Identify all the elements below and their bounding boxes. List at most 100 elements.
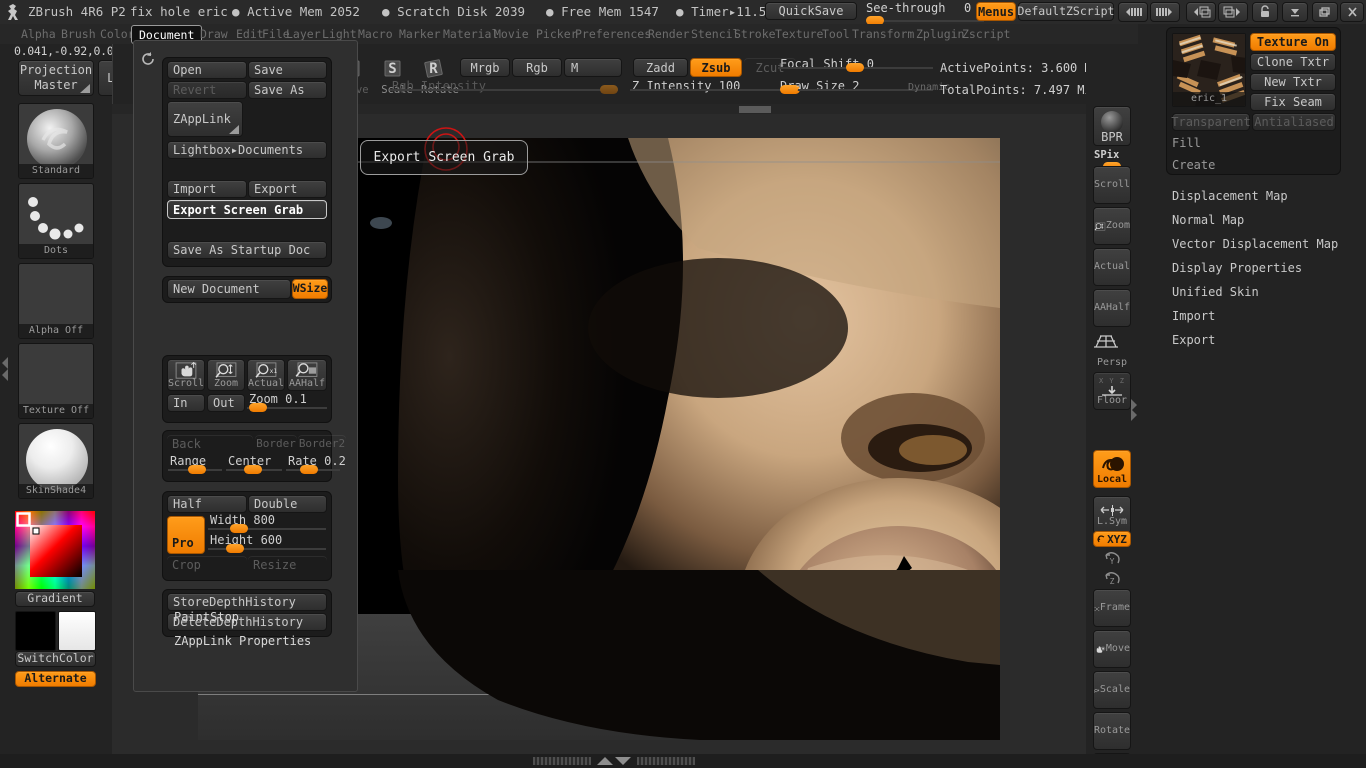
local-button[interactable]: Local bbox=[1093, 450, 1131, 488]
slider-knob[interactable] bbox=[249, 403, 267, 412]
new-document-button[interactable]: New Document bbox=[167, 279, 291, 299]
m-button[interactable]: M bbox=[564, 58, 622, 77]
lock-icon[interactable] bbox=[1252, 2, 1278, 22]
import-item[interactable]: Import bbox=[1172, 309, 1215, 323]
export-screen-grab-button[interactable]: Export Screen Grab bbox=[167, 200, 327, 219]
half-button[interactable]: Half bbox=[167, 495, 247, 513]
display-properties-item[interactable]: Display Properties bbox=[1172, 261, 1302, 275]
doc-aahalf-button[interactable]: AAHalf bbox=[287, 359, 327, 391]
xyz-button[interactable]: XYZ bbox=[1093, 531, 1131, 547]
save-as-startup-doc-button[interactable]: Save As Startup Doc bbox=[167, 241, 327, 259]
minimize-icon[interactable] bbox=[1282, 2, 1308, 22]
create-menu-item[interactable]: Create bbox=[1172, 158, 1215, 172]
slider-knob[interactable] bbox=[188, 465, 206, 474]
switch-color-button[interactable]: SwitchColor bbox=[15, 651, 96, 667]
double-button[interactable]: Double bbox=[248, 495, 327, 513]
zoom-in-button[interactable]: In bbox=[167, 394, 205, 412]
slider-knob[interactable] bbox=[600, 85, 618, 94]
zapplink-properties-item[interactable]: ZAppLink Properties bbox=[174, 634, 311, 648]
zadd-button[interactable]: Zadd bbox=[633, 58, 688, 77]
alpha-swatch[interactable]: Alpha Off bbox=[18, 263, 94, 339]
menus-button[interactable]: Menus bbox=[976, 2, 1016, 21]
primary-color-swatch[interactable] bbox=[15, 611, 56, 651]
texture-on-button[interactable]: Texture On bbox=[1250, 33, 1336, 51]
quicksave-button[interactable]: QuickSave bbox=[765, 2, 857, 20]
height-slider[interactable]: Height 600 bbox=[208, 533, 326, 553]
resize-button[interactable]: Resize bbox=[248, 556, 327, 574]
persp-button[interactable]: Persp bbox=[1093, 331, 1131, 369]
doc-zoom-slider[interactable]: Zoom 0.1 bbox=[247, 392, 327, 412]
slider-knob[interactable] bbox=[244, 465, 262, 474]
antialiased-button[interactable]: Antialiased bbox=[1252, 113, 1336, 131]
doc-scroll-button[interactable]: Scroll bbox=[167, 359, 205, 391]
back-button[interactable]: Back bbox=[167, 435, 253, 452]
scroll-right-icon[interactable] bbox=[1150, 2, 1180, 22]
bottom-grip-left[interactable] bbox=[533, 757, 591, 765]
save-as-button[interactable]: Save As bbox=[248, 81, 327, 99]
rotate-gizmo-button[interactable]: Rotate bbox=[1093, 712, 1131, 750]
fill-menu-item[interactable]: Fill bbox=[1172, 136, 1201, 150]
refresh-icon[interactable] bbox=[140, 51, 156, 67]
border2-button[interactable]: Border2 bbox=[298, 435, 346, 452]
clone-txtr-button[interactable]: Clone Txtr bbox=[1250, 53, 1336, 71]
zscript-button[interactable]: DefaultZScript bbox=[1018, 2, 1114, 21]
fix-seam-button[interactable]: Fix Seam bbox=[1250, 93, 1336, 111]
center-slider[interactable]: Center bbox=[226, 454, 282, 474]
rate-slider[interactable]: Rate 0.2 bbox=[286, 454, 346, 474]
scroll-left-icon[interactable] bbox=[1118, 2, 1148, 22]
open-button[interactable]: Open bbox=[167, 61, 247, 79]
alternate-button[interactable]: Alternate bbox=[15, 671, 96, 687]
transparent-button[interactable]: Transparent bbox=[1171, 113, 1251, 131]
slider-knob[interactable] bbox=[226, 544, 244, 553]
zapplink-button[interactable]: ZAppLink bbox=[167, 101, 243, 137]
save-button[interactable]: Save bbox=[248, 61, 327, 79]
crop-button[interactable]: Crop bbox=[167, 556, 247, 574]
slider-knob[interactable] bbox=[780, 85, 798, 94]
vector-displacement-map-item[interactable]: Vector Displacement Map bbox=[1172, 237, 1338, 251]
texture-swatch[interactable]: Texture Off bbox=[18, 343, 94, 419]
slider-knob[interactable] bbox=[230, 524, 248, 533]
menu-zscript[interactable]: Zscript bbox=[955, 24, 1017, 44]
unified-skin-item[interactable]: Unified Skin bbox=[1172, 285, 1259, 299]
aahalf-button[interactable]: AAHalf bbox=[1093, 289, 1131, 327]
scale-gizmo-button[interactable]: Scale bbox=[1093, 671, 1131, 709]
displacement-map-item[interactable]: Displacement Map bbox=[1172, 189, 1288, 203]
frame-button[interactable]: Frame bbox=[1093, 589, 1131, 627]
material-swatch[interactable]: SkinShade4 bbox=[18, 423, 94, 499]
bpr-button[interactable]: BPR bbox=[1093, 106, 1131, 146]
color-picker[interactable] bbox=[15, 511, 95, 589]
zoom-out-button[interactable]: Out bbox=[207, 394, 245, 412]
restore-icon[interactable] bbox=[1312, 2, 1338, 22]
left-shelf-drag-handle[interactable] bbox=[1, 335, 10, 395]
zoom-button[interactable]: Zoom bbox=[1093, 207, 1131, 245]
focal-shift-slider[interactable]: Focal Shift 0 bbox=[778, 57, 933, 72]
secondary-color-swatch[interactable] bbox=[58, 611, 96, 651]
bottom-shelf-toggle-icon[interactable] bbox=[593, 755, 635, 767]
width-slider[interactable]: Width 800 bbox=[208, 513, 326, 533]
slider-knob[interactable] bbox=[300, 465, 318, 474]
store-depth-history-button[interactable]: StoreDepthHistory bbox=[167, 593, 327, 611]
normal-map-item[interactable]: Normal Map bbox=[1172, 213, 1244, 227]
stroke-swatch[interactable]: Dots bbox=[18, 183, 94, 259]
bottom-grip-right[interactable] bbox=[637, 757, 695, 765]
rgb-button[interactable]: Rgb bbox=[512, 58, 562, 77]
export-item[interactable]: Export bbox=[1172, 333, 1215, 347]
border-button[interactable]: Border bbox=[255, 435, 297, 452]
shelf-scroll-thumb[interactable] bbox=[739, 106, 771, 113]
z-intensity-slider[interactable]: Z Intensity 100 bbox=[630, 79, 800, 94]
right-shelf-drag-handle[interactable] bbox=[1130, 389, 1138, 433]
lightbox-documents-button[interactable]: Lightbox▸Documents bbox=[167, 141, 327, 159]
rgb-intensity-slider[interactable]: Rgb Intensity bbox=[390, 79, 618, 94]
paint-stop-item[interactable]: PaintStop bbox=[174, 610, 239, 624]
revert-button[interactable]: Revert bbox=[167, 81, 247, 99]
prev-palette-icon[interactable] bbox=[1186, 2, 1216, 22]
move-gizmo-button[interactable]: Move bbox=[1093, 630, 1131, 668]
doc-actual-button[interactable]: x1 Actual bbox=[247, 359, 285, 391]
range-slider[interactable]: Range bbox=[168, 454, 222, 474]
floor-button[interactable]: X Y Z Floor bbox=[1093, 372, 1131, 410]
scroll-button[interactable]: Scroll bbox=[1093, 166, 1131, 204]
projection-master-button[interactable]: Projection Master bbox=[18, 60, 94, 96]
brush-swatch[interactable]: Standard bbox=[18, 103, 94, 179]
gradient-button[interactable]: Gradient bbox=[15, 591, 95, 607]
close-icon[interactable] bbox=[1340, 2, 1364, 22]
